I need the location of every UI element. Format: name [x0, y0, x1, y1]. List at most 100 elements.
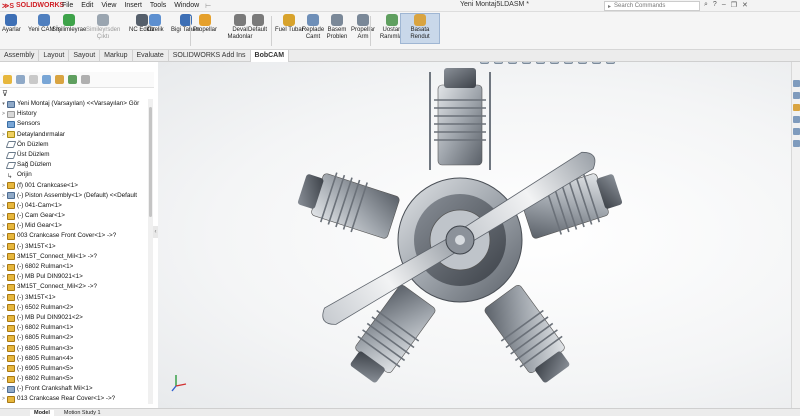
tree-item[interactable]: > (-) 6805 Rulman<3> [0, 344, 148, 354]
expand-icon[interactable]: > [0, 354, 7, 364]
minimize-icon[interactable]: – [722, 1, 726, 9]
design-library-icon[interactable] [793, 92, 800, 99]
tree-item[interactable]: > (-) 041-Cam<1> [0, 201, 148, 211]
menu-edit[interactable]: Edit [81, 2, 93, 9]
expand-icon[interactable]: > [0, 109, 7, 119]
settings-button[interactable]: Ayarlar [2, 14, 21, 34]
tree-root[interactable]: ▾ Yeni Montaj (Varsayılan) <<Varsayılan>… [0, 99, 148, 109]
tree-item[interactable]: >013 Crankcase Rear Cover<1> ->? [0, 394, 148, 404]
properties-button[interactable]: Özelik [147, 14, 164, 34]
menu-tools[interactable]: Tools [150, 2, 166, 9]
close-icon[interactable]: ✕ [742, 1, 748, 9]
file-explorer-icon[interactable] [793, 104, 800, 111]
custom-properties-icon[interactable] [793, 140, 800, 147]
display-style-icon[interactable] [550, 62, 559, 64]
view-settings-icon[interactable] [606, 62, 615, 64]
tree-item[interactable]: > (-) 6502 Rulman<2> [0, 303, 148, 313]
help-icon[interactable]: ? [713, 1, 717, 9]
expand-icon[interactable]: > [0, 272, 7, 282]
menu-view[interactable]: View [101, 2, 116, 9]
expand-icon[interactable]: > [0, 231, 7, 241]
menu-window[interactable]: Window [174, 2, 199, 9]
expand-icon[interactable]: > [0, 242, 7, 252]
expand-icon[interactable]: > [0, 181, 7, 191]
tree-item[interactable]: > (-) MB Pul DIN9021<1> [0, 272, 148, 282]
zoom-to-fit-icon[interactable] [480, 62, 489, 64]
appearances-icon[interactable] [793, 128, 800, 135]
expand-icon[interactable]: > [0, 252, 7, 262]
status-tab-motion-study-1[interactable]: Motion Study 1 [60, 410, 105, 416]
expand-icon[interactable]: > [0, 191, 7, 201]
menu-insert[interactable]: Insert [124, 2, 142, 9]
tree-item[interactable]: > Detaylandırmalar [0, 130, 148, 140]
tree-item[interactable]: >3M15T_Connect_Mil<2> ->? [0, 282, 148, 292]
expand-icon[interactable]: > [0, 130, 7, 140]
menu-file[interactable]: File [62, 2, 73, 9]
feature-tree-tab-icon[interactable] [3, 75, 12, 84]
tab-assembly[interactable]: Assembly [0, 50, 40, 62]
tree-item[interactable]: Ön Düzlem [0, 140, 148, 150]
tree-item[interactable]: > History [0, 109, 148, 119]
tree-item[interactable]: >003 Crankcase Front Cover<1> ->? [0, 231, 148, 241]
tree-item[interactable]: Sensors [0, 119, 148, 129]
tree-item[interactable]: > (-) MB Pul DIN9021<2> [0, 313, 148, 323]
tree-scrollbar[interactable] [148, 99, 153, 404]
expand-icon[interactable]: > [0, 374, 7, 384]
solidworks-logo[interactable]: ≫S SOLIDWORKS [2, 2, 64, 10]
tab-sayout[interactable]: Sayout [69, 50, 101, 62]
more-tabs-icon[interactable] [81, 75, 90, 84]
tab-evaluate[interactable]: Evaluate [133, 50, 169, 62]
tree-item[interactable]: > (-) 3M15T<1> [0, 293, 148, 303]
restore-icon[interactable]: ❐ [731, 1, 737, 9]
tree-item[interactable]: > (-) Cam Gear<1> [0, 211, 148, 221]
radial-engine-model[interactable] [158, 62, 791, 408]
resources-icon[interactable] [793, 80, 800, 87]
status-tab-model[interactable]: Model [30, 409, 54, 416]
configuration-manager-tab-icon[interactable] [29, 75, 38, 84]
render-button[interactable]: Basata Rendut [400, 13, 440, 44]
filter-icon[interactable]: ⊽ [2, 89, 8, 98]
zoom-to-area-icon[interactable] [494, 62, 503, 64]
view-orientation-icon[interactable] [536, 62, 545, 64]
tree-item[interactable]: > (-) 6905 Rulman<5> [0, 364, 148, 374]
previous-view-icon[interactable] [508, 62, 517, 64]
tree-item[interactable]: ↳ Orijin [0, 170, 148, 180]
expand-icon[interactable]: > [0, 211, 7, 221]
expand-icon[interactable]: > [0, 394, 7, 404]
tree-item[interactable]: > (-) Piston Assembly<1> (Default) <<Defa… [0, 191, 148, 201]
tree-item[interactable]: > (-) 3M15T<1> [0, 242, 148, 252]
search-input[interactable]: Search Commands [614, 3, 665, 9]
cam-tree-tab-icon[interactable] [68, 75, 77, 84]
graphics-area[interactable] [158, 62, 791, 408]
tab-solidworks-add-ins[interactable]: SOLIDWORKS Add Ins [169, 50, 251, 62]
scrollbar-thumb[interactable] [149, 107, 152, 217]
property-manager-tab-icon[interactable] [16, 75, 25, 84]
tree-item[interactable]: > (-) 6805 Rulman<4> [0, 354, 148, 364]
expand-icon[interactable]: > [0, 303, 7, 313]
default-button[interactable]: Default [248, 14, 267, 34]
expand-icon[interactable]: > [0, 384, 7, 394]
tree-item[interactable]: > (-) 6802 Rulman<1> [0, 262, 148, 272]
expand-icon[interactable]: > [0, 293, 7, 303]
edit-appearance-icon[interactable] [578, 62, 587, 64]
expand-icon[interactable]: > [0, 201, 7, 211]
propeller-button[interactable]: Propellar [193, 14, 217, 34]
dimxpert-tab-icon[interactable] [42, 75, 51, 84]
expand-icon[interactable]: > [0, 323, 7, 333]
tree-item[interactable]: > (-) Front Crankshaft Mil<1> [0, 384, 148, 394]
tree-item[interactable]: >3M15T_Connect_Mil<1> ->? [0, 252, 148, 262]
tree-item[interactable]: > (-) Mid Gear<1> [0, 221, 148, 231]
expand-icon[interactable]: > [0, 333, 7, 343]
tree-item[interactable]: > (-) 6802 Rulman<5> [0, 374, 148, 384]
pin-icon[interactable]: ⊢ [205, 2, 211, 10]
expand-icon[interactable]: > [0, 344, 7, 354]
tree-item[interactable]: Üst Düzlem [0, 150, 148, 160]
search-commands-box[interactable]: ▸ Search Commands [604, 1, 700, 11]
tree-item[interactable]: Sağ Düzlem [0, 160, 148, 170]
expand-icon[interactable]: > [0, 282, 7, 292]
expand-icon[interactable]: > [0, 262, 7, 272]
hide-show-items-icon[interactable] [564, 62, 573, 64]
section-view-icon[interactable] [522, 62, 531, 64]
tab-bobcam[interactable]: BobCAM [250, 50, 290, 62]
apply-scene-icon[interactable] [592, 62, 601, 64]
